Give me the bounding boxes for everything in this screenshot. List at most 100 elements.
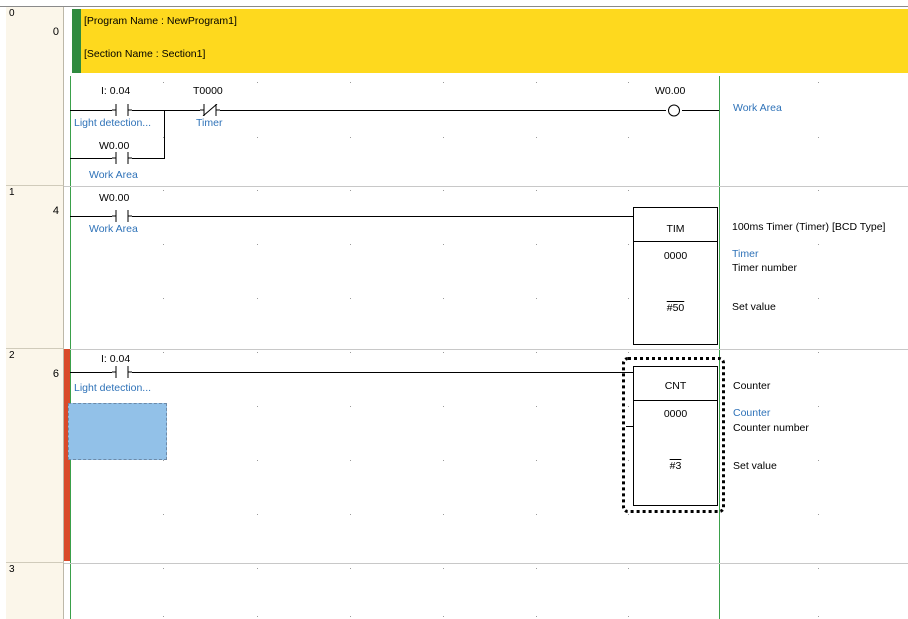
grid-dot xyxy=(443,82,444,83)
grid-dot xyxy=(628,82,629,83)
right-power-rail xyxy=(719,76,720,619)
grid-dot xyxy=(536,460,537,461)
grid-dot xyxy=(350,568,351,569)
grid-dot xyxy=(628,244,629,245)
grid-dot xyxy=(443,616,444,617)
grid-dot xyxy=(818,352,819,353)
no-contact-work-area[interactable] xyxy=(112,210,132,222)
comment-marker xyxy=(72,9,81,73)
grid-dot xyxy=(443,244,444,245)
grid-dot xyxy=(443,568,444,569)
grid-dot xyxy=(628,514,629,515)
grid-dot xyxy=(350,137,351,138)
rung-gutter-3[interactable]: 3 xyxy=(6,563,64,619)
no-contact-light-detection[interactable] xyxy=(112,366,132,378)
branch-wire xyxy=(164,110,165,158)
grid-dot xyxy=(628,352,629,353)
rung-number: 3 xyxy=(9,564,15,575)
rung-number: 0 xyxy=(9,8,15,19)
contact-address: W0.00 xyxy=(99,140,130,152)
grid-dot xyxy=(257,514,258,515)
contact-comment: Timer xyxy=(196,117,223,129)
contact-comment: Light detection... xyxy=(74,117,152,129)
tim-instruction-block[interactable]: TIM 0000 #50 xyxy=(633,207,718,345)
contact-comment: Work Area xyxy=(89,169,138,181)
operand-set-value: #50 xyxy=(666,302,685,314)
grid-dot xyxy=(257,137,258,138)
grid-dot xyxy=(257,244,258,245)
grid-dot xyxy=(163,82,164,83)
operand-description: Set value xyxy=(732,301,776,313)
operand-comment: Timer xyxy=(732,248,759,260)
box-divider xyxy=(634,241,717,242)
grid-dot xyxy=(818,568,819,569)
contact-address: I: 0.04 xyxy=(101,353,131,365)
grid-dot xyxy=(350,460,351,461)
contact-address: W0.00 xyxy=(99,192,130,204)
grid-dot xyxy=(163,244,164,245)
grid-dot xyxy=(628,568,629,569)
grid-dot xyxy=(628,190,629,191)
ladder-editor[interactable]: 0 0 1 4 2 6 3 [Program Name : NewProgram… xyxy=(0,0,908,619)
grid-dot xyxy=(536,82,537,83)
grid-dot xyxy=(163,514,164,515)
wire xyxy=(70,158,112,159)
grid-dot xyxy=(257,568,258,569)
step-number: 6 xyxy=(52,368,59,380)
grid-dot xyxy=(443,406,444,407)
rung-gutter-1[interactable]: 1 4 xyxy=(6,186,64,349)
rung-number: 1 xyxy=(9,187,15,198)
contact-comment: Work Area xyxy=(89,223,138,235)
instruction-mnemonic: TIM xyxy=(666,223,685,235)
grid-dot xyxy=(257,616,258,617)
grid-dot xyxy=(818,406,819,407)
program-name-comment: [Program Name : NewProgram1] xyxy=(84,15,237,27)
wire xyxy=(220,110,666,111)
coil-comment: Work Area xyxy=(733,102,782,114)
grid-dot xyxy=(257,406,258,407)
step-number: 0 xyxy=(52,26,59,38)
no-contact-light-detection[interactable] xyxy=(112,104,132,116)
grid-dot xyxy=(536,406,537,407)
no-contact-work-area[interactable] xyxy=(112,152,132,164)
grid-dot xyxy=(818,460,819,461)
section-name-comment: [Section Name : Section1] xyxy=(84,48,206,60)
coil-address: W0.00 xyxy=(655,85,686,97)
grid-dot xyxy=(443,352,444,353)
editor-top-border xyxy=(0,6,908,7)
grid-dot xyxy=(536,352,537,353)
grid-dot xyxy=(628,616,629,617)
grid-dot xyxy=(536,298,537,299)
operand-description: Counter number xyxy=(733,422,809,434)
selection-cursor[interactable] xyxy=(68,403,167,460)
grid-dot xyxy=(163,190,164,191)
instruction-description: 100ms Timer (Timer) [BCD Type] xyxy=(732,221,886,233)
rung-gutter-2[interactable]: 2 6 xyxy=(6,349,64,563)
grid-dot xyxy=(350,82,351,83)
operand-timer-number: 0000 xyxy=(663,250,688,262)
grid-dot xyxy=(163,352,164,353)
grid-dot xyxy=(628,298,629,299)
contact-address: T0000 xyxy=(193,85,223,97)
grid-dot xyxy=(350,190,351,191)
grid-dot xyxy=(163,616,164,617)
operand-description: Set value xyxy=(733,460,777,472)
rung-separator xyxy=(64,186,908,187)
grid-dot xyxy=(536,244,537,245)
nc-contact-timer[interactable] xyxy=(200,104,220,116)
wire xyxy=(70,110,112,111)
grid-dot xyxy=(350,298,351,299)
grid-dot xyxy=(443,460,444,461)
grid-dot xyxy=(350,406,351,407)
grid-dot xyxy=(818,82,819,83)
grid-dot xyxy=(818,244,819,245)
rung-gutter-0[interactable]: 0 0 xyxy=(6,7,64,186)
contact-comment: Light detection... xyxy=(74,382,152,394)
wire xyxy=(70,216,112,217)
operand-description: Timer number xyxy=(732,262,797,274)
rung-number: 2 xyxy=(9,350,15,361)
grid-dot xyxy=(536,190,537,191)
wire xyxy=(682,110,719,111)
grid-dot xyxy=(257,298,258,299)
output-coil[interactable] xyxy=(666,104,682,117)
